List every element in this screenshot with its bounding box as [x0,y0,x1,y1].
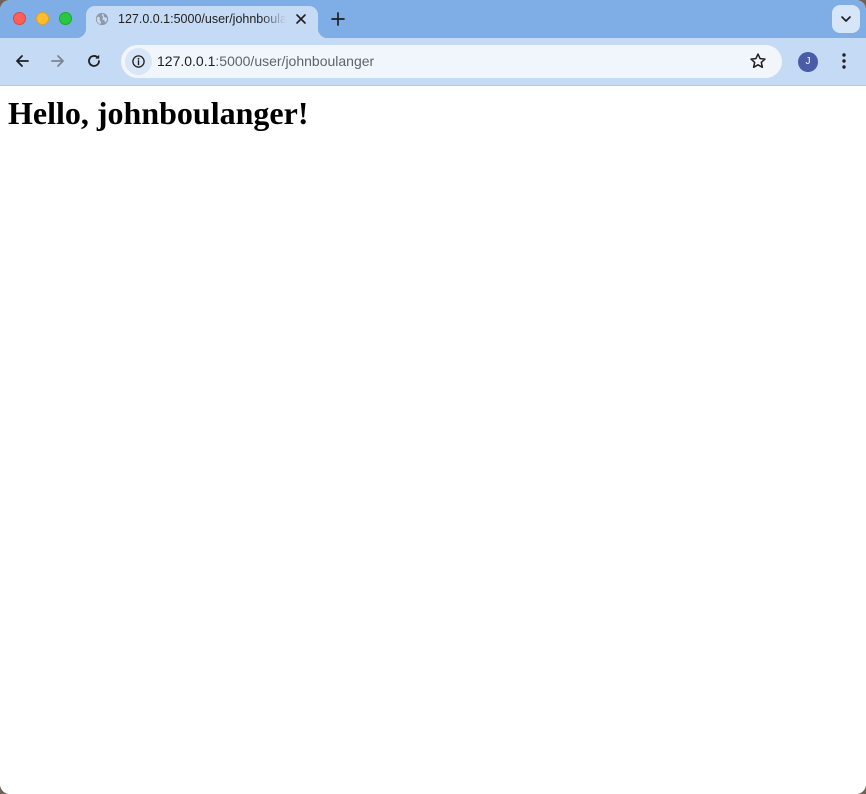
url-path: :5000/user/johnboulanger [215,53,375,69]
browser-toolbar: 127.0.0.1:5000/user/johnboulanger J [0,38,866,85]
tab-strip: 127.0.0.1:5000/user/johnboulanger [0,0,866,38]
back-arrow-icon[interactable] [13,52,31,70]
window-minimize-button[interactable] [36,12,49,25]
browser-tab-active[interactable]: 127.0.0.1:5000/user/johnboulanger [76,6,328,38]
page-heading: Hello, johnboulanger! [8,95,309,131]
tab-close-icon[interactable] [295,13,307,25]
profile-avatar[interactable]: J [798,52,818,72]
site-info-button[interactable] [125,48,152,75]
window-maximize-button[interactable] [59,12,72,25]
reload-icon[interactable] [85,52,103,70]
forward-arrow-icon[interactable] [49,52,67,70]
chevron-down-icon [841,16,851,22]
info-icon [132,55,145,68]
window-close-button[interactable] [13,12,26,25]
url-text[interactable]: 127.0.0.1:5000/user/johnboulanger [157,53,374,70]
more-menu-icon[interactable] [836,52,852,70]
url-host: 127.0.0.1 [157,53,216,69]
tab-search-button[interactable] [832,5,860,33]
page-viewport: Hello, johnboulanger! [0,86,866,794]
new-tab-plus-icon[interactable] [330,11,346,27]
bookmark-star-icon[interactable] [749,52,767,70]
address-bar[interactable]: 127.0.0.1:5000/user/johnboulanger [121,45,782,78]
browser-window: 127.0.0.1:5000/user/johnboulanger [0,0,866,794]
tab-title: 127.0.0.1:5000/user/johnboulanger [118,12,286,26]
globe-icon [95,12,109,26]
